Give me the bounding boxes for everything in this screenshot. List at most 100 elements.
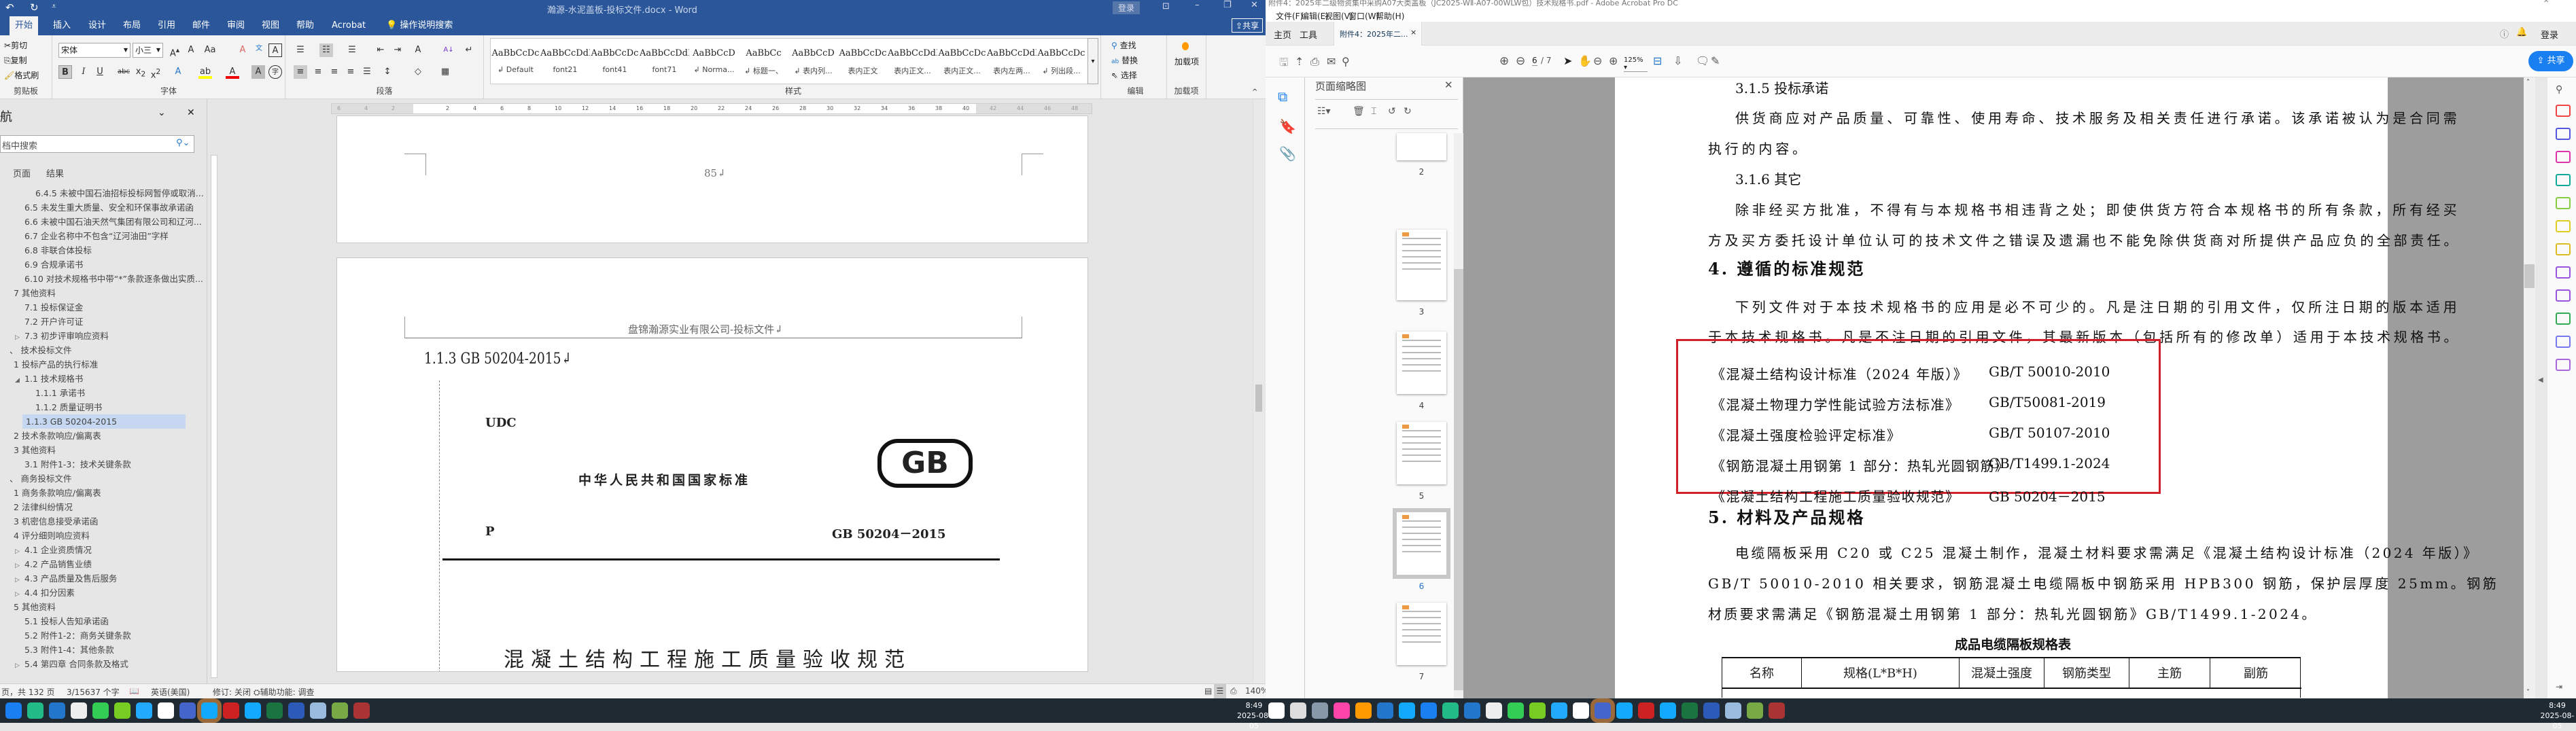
shrink-font-icon[interactable]: A bbox=[184, 43, 198, 57]
share-button[interactable]: ⇪共享 bbox=[1232, 18, 1264, 33]
ribbon-display-icon[interactable]: ⊡ bbox=[1162, 1, 1170, 12]
taskbar-app-icon[interactable] bbox=[1682, 702, 1698, 719]
nav-options-icon[interactable]: ⌄ bbox=[158, 107, 166, 118]
word-count[interactable]: 3/15637 个字 bbox=[67, 686, 120, 698]
scan-icon[interactable] bbox=[2556, 289, 2571, 302]
cut-button[interactable]: ✂剪切 bbox=[4, 39, 27, 51]
style-3[interactable]: AaBbCcDdEe font71 bbox=[640, 43, 689, 84]
taskbar-app-icon[interactable] bbox=[223, 702, 239, 719]
text-direction-icon[interactable]: A bbox=[411, 43, 425, 57]
taskbar-app-icon[interactable] bbox=[1377, 702, 1393, 719]
tab-acrobat[interactable]: Acrobat bbox=[326, 16, 371, 35]
tab-close-icon[interactable]: × bbox=[1410, 28, 1416, 37]
font-color-icon[interactable]: A bbox=[226, 65, 239, 79]
nav-heading[interactable]: ▷ 4.4 扣分因素 bbox=[0, 586, 204, 600]
close-button[interactable]: ✕ bbox=[1251, 0, 1258, 10]
distributed-icon[interactable]: ☰ bbox=[360, 65, 374, 79]
nav-heading[interactable]: 6.6 未被中国石油天然气集团有限公司和辽河... bbox=[0, 215, 204, 229]
styles-more-button[interactable]: ▾ bbox=[1087, 38, 1098, 84]
align-right-icon[interactable]: ≡ bbox=[328, 65, 341, 79]
tab-home[interactable]: 主页 bbox=[1274, 28, 1291, 41]
tab-design[interactable]: 设计 bbox=[83, 16, 111, 35]
print-icon[interactable]: ⎙ bbox=[1310, 55, 1319, 69]
tab-layout[interactable]: 布局 bbox=[118, 16, 146, 35]
scrollbar-thumb[interactable] bbox=[1255, 385, 1262, 412]
numbering-icon[interactable]: ☷ bbox=[319, 43, 333, 57]
nav-heading[interactable]: 6.4.5 未被中国石油招标投标网暂停或取消... bbox=[0, 186, 204, 200]
nav-heading[interactable]: 1 投标产品的执行标准 bbox=[0, 357, 204, 372]
tab-mailings[interactable]: 邮件 bbox=[187, 16, 215, 35]
superscript-button[interactable]: x2 bbox=[149, 65, 162, 80]
taskbar-app-icon[interactable] bbox=[1312, 702, 1328, 719]
document-view[interactable]: 3.1.5 投标承诺 供货商应对产品质量、可靠性、使用寿命、技术服务及相关责任进… bbox=[1463, 77, 2524, 698]
taskbar-app-icon[interactable] bbox=[49, 702, 65, 719]
nav-heading[interactable]: ◢ 1.1 技术规格书 bbox=[0, 372, 204, 386]
nav-heading[interactable]: 6.8 非联合体投标 bbox=[0, 243, 204, 257]
organize-pages-icon[interactable] bbox=[2556, 151, 2571, 163]
nav-heading[interactable]: 7.2 开户许可证 bbox=[0, 315, 204, 329]
print-layout-icon[interactable]: ☰ bbox=[1214, 684, 1226, 698]
grow-font-icon[interactable]: A▴ bbox=[168, 43, 181, 58]
thumbnail-options-icon[interactable]: ☷▾ bbox=[1317, 106, 1331, 117]
nav-heading[interactable]: 2 技术条款响应/偏离表 bbox=[0, 429, 204, 443]
italic-button[interactable]: I bbox=[77, 65, 90, 79]
taskbar-app-icon[interactable] bbox=[245, 702, 261, 719]
nav-tab-results[interactable]: 结果 bbox=[46, 166, 64, 179]
taskbar-app-icon[interactable] bbox=[1725, 702, 1741, 719]
horizontal-ruler[interactable]: 6422468101214161820222426283032343638404… bbox=[331, 103, 1092, 114]
nav-heading[interactable]: 、 技术投标文件 bbox=[0, 343, 204, 357]
replace-button[interactable]: ab 替换 bbox=[1111, 54, 1138, 66]
maximize-button[interactable]: ❐ bbox=[1223, 0, 1232, 10]
protect-icon[interactable] bbox=[2556, 313, 2571, 325]
nav-heading[interactable]: 7.1 投标保证金 bbox=[0, 300, 204, 315]
taskbar-app-icon[interactable] bbox=[27, 702, 43, 719]
minimize-button[interactable]: – bbox=[1195, 0, 1200, 10]
scroll-up-icon[interactable]: ˄ bbox=[2526, 79, 2530, 86]
nav-heading[interactable]: 1.1.3 GB 50204-2015 bbox=[22, 414, 186, 429]
style-8[interactable]: AaBbCcDdI 表内正文... bbox=[888, 43, 937, 84]
nav-heading[interactable]: 3.1 附件1-3：技术关键条款 bbox=[0, 457, 204, 471]
page-count[interactable]: 页，共 132 页 bbox=[1, 686, 55, 698]
style-10[interactable]: AaBbCcDdI 表内左两... bbox=[987, 43, 1037, 84]
strikethrough-button[interactable]: abc bbox=[117, 65, 130, 79]
tab-references[interactable]: 引用 bbox=[152, 16, 181, 35]
style-7[interactable]: AaBbCcDc 表内正文 bbox=[838, 43, 888, 84]
tab-help[interactable]: 帮助 bbox=[291, 16, 319, 35]
scroll-down-icon[interactable]: ˅ bbox=[2526, 689, 2530, 696]
taskbar-app-icon[interactable] bbox=[1421, 702, 1437, 719]
style-5[interactable]: AaBbCc ↲ 标题一、 bbox=[739, 43, 788, 84]
text-effects-icon[interactable]: A bbox=[171, 65, 185, 79]
taskbar-app-icon[interactable] bbox=[1529, 702, 1546, 719]
select-button[interactable]: ⇖ 选择 bbox=[1111, 69, 1137, 81]
underline-button[interactable]: U bbox=[93, 65, 107, 79]
rotate-cw-icon[interactable]: ↻ bbox=[1404, 106, 1412, 117]
style-2[interactable]: AaBbCcDc font41 bbox=[590, 43, 640, 84]
style-0[interactable]: AaBbCcDc ↲ Default bbox=[491, 43, 540, 84]
page-fit-icon[interactable]: ⊟ bbox=[1653, 54, 1662, 67]
comment-icon[interactable] bbox=[2556, 220, 2571, 232]
taskbar-app-icon[interactable] bbox=[179, 702, 196, 719]
taskbar-app-icon[interactable] bbox=[1355, 702, 1372, 719]
hand-tool-icon[interactable]: ✋ bbox=[1578, 54, 1592, 67]
expand-arrow-icon[interactable]: ▷ bbox=[15, 573, 24, 586]
font-size-select[interactable]: 小三 ▼ bbox=[133, 43, 163, 58]
taskbar-app-icon[interactable] bbox=[1399, 702, 1415, 719]
justify-icon[interactable]: ≡ bbox=[344, 65, 358, 79]
clock-left[interactable]: 8:49 2025-08-05 bbox=[1237, 700, 1271, 731]
align-left-icon[interactable]: ≡ bbox=[294, 65, 307, 79]
style-6[interactable]: AaBbCcD ↲ 表内列... bbox=[788, 43, 838, 84]
taskbar-app-icon[interactable] bbox=[1508, 702, 1524, 719]
decrease-indent-icon[interactable]: ⇤ bbox=[374, 43, 387, 57]
share-button[interactable]: ⇪ 共享 bbox=[2528, 51, 2573, 71]
nav-heading[interactable]: 7 其他资料 bbox=[0, 286, 204, 300]
nav-heading[interactable]: ▷ 4.2 产品销售业绩 bbox=[0, 557, 204, 571]
tools-pane-toggle[interactable]: ◀ bbox=[2535, 77, 2547, 698]
taskbar-app-icon[interactable] bbox=[201, 702, 217, 719]
style-4[interactable]: AaBbCcD ↲ Norma... bbox=[689, 43, 739, 84]
expand-pane-icon[interactable]: ⇥ bbox=[2556, 682, 2562, 692]
delete-page-icon[interactable]: 🗑 bbox=[1353, 106, 1365, 117]
save-icon[interactable]: 🖫 bbox=[1279, 55, 1289, 73]
track-changes-status[interactable]: 修订: 关闭 bbox=[213, 686, 251, 698]
tab-home[interactable]: 开始 bbox=[10, 16, 39, 35]
expand-arrow-icon[interactable]: ▷ bbox=[15, 331, 24, 343]
